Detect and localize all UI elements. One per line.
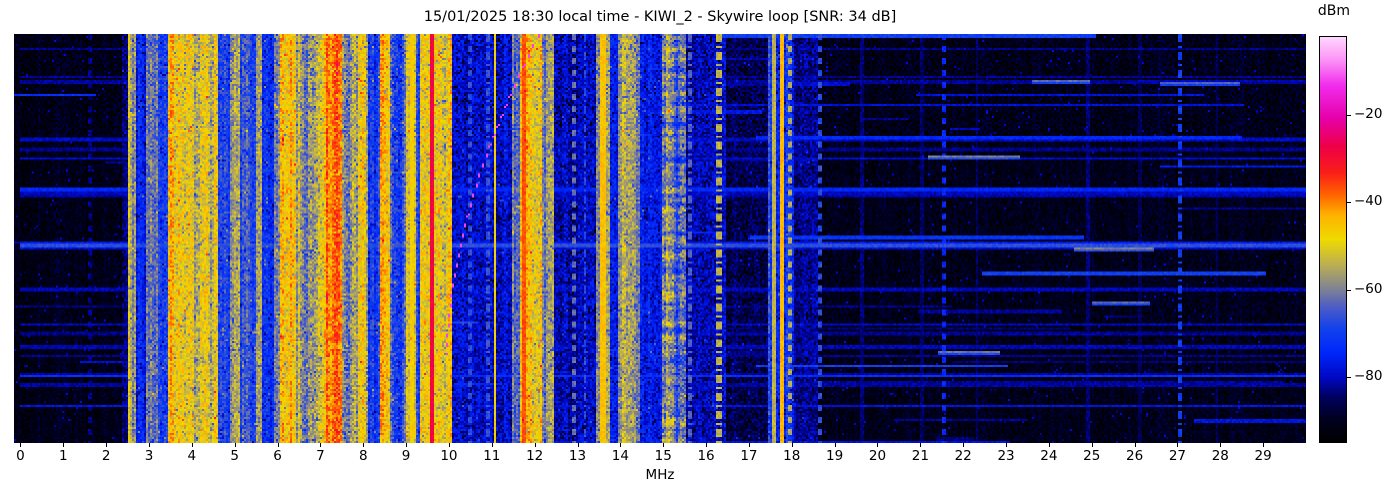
x-tick-mark [106, 443, 107, 447]
x-tick-label: 8 [346, 448, 380, 464]
x-tick-mark [663, 443, 664, 447]
x-axis-label: MHz [14, 467, 1306, 483]
x-tick-mark [1263, 443, 1264, 447]
x-tick-mark [1220, 443, 1221, 447]
x-tick-label: 20 [860, 448, 894, 464]
x-tick-mark [235, 443, 236, 447]
x-tick-label: 28 [1203, 448, 1237, 464]
colorbar-tick-label: −60 [1354, 281, 1383, 297]
colorbar-tick-mark [1347, 290, 1351, 291]
x-tick-mark [578, 443, 579, 447]
x-tick-label: 27 [1160, 448, 1194, 464]
x-tick-label: 22 [946, 448, 980, 464]
x-tick-mark [63, 443, 64, 447]
x-tick-mark [620, 443, 621, 447]
colorbar [1319, 36, 1347, 443]
x-tick-mark [406, 443, 407, 447]
x-tick-label: 7 [303, 448, 337, 464]
x-tick-mark [835, 443, 836, 447]
x-tick-mark [706, 443, 707, 447]
colorbar-tick-mark [1347, 377, 1351, 378]
x-tick-label: 1 [46, 448, 80, 464]
x-tick-label: 11 [475, 448, 509, 464]
x-tick-mark [1006, 443, 1007, 447]
x-tick-mark [792, 443, 793, 447]
x-tick-label: 2 [89, 448, 123, 464]
x-tick-label: 0 [3, 448, 37, 464]
x-tick-label: 23 [989, 448, 1023, 464]
x-tick-mark [320, 443, 321, 447]
x-tick-mark [192, 443, 193, 447]
x-tick-label: 24 [1032, 448, 1066, 464]
x-tick-label: 19 [818, 448, 852, 464]
x-tick-label: 15 [646, 448, 680, 464]
x-tick-label: 17 [732, 448, 766, 464]
x-tick-label: 13 [561, 448, 595, 464]
x-tick-mark [149, 443, 150, 447]
x-tick-mark [749, 443, 750, 447]
colorbar-tick-label: −80 [1354, 368, 1383, 384]
x-tick-mark [1135, 443, 1136, 447]
colorbar-tick-mark [1347, 115, 1351, 116]
x-tick-label: 4 [175, 448, 209, 464]
x-tick-mark [963, 443, 964, 447]
x-tick-label: 26 [1118, 448, 1152, 464]
x-tick-label: 10 [432, 448, 466, 464]
x-tick-label: 3 [132, 448, 166, 464]
x-tick-label: 18 [775, 448, 809, 464]
x-tick-label: 16 [689, 448, 723, 464]
waterfall-canvas [14, 34, 1306, 443]
spectrogram-figure: 15/01/2025 18:30 local time - KIWI_2 - S… [0, 0, 1400, 500]
x-tick-mark [1049, 443, 1050, 447]
colorbar-tick-label: −20 [1354, 106, 1383, 122]
x-tick-mark [1092, 443, 1093, 447]
chart-title: 15/01/2025 18:30 local time - KIWI_2 - S… [14, 9, 1306, 25]
x-tick-mark [535, 443, 536, 447]
x-tick-label: 29 [1246, 448, 1280, 464]
x-tick-mark [363, 443, 364, 447]
colorbar-label: dBm [1306, 3, 1362, 19]
colorbar-tick-mark [1347, 202, 1351, 203]
x-tick-mark [20, 443, 21, 447]
x-tick-mark [920, 443, 921, 447]
x-tick-label: 12 [518, 448, 552, 464]
x-tick-label: 25 [1075, 448, 1109, 464]
x-tick-mark [278, 443, 279, 447]
colorbar-tick-label: −40 [1354, 193, 1383, 209]
x-tick-label: 5 [218, 448, 252, 464]
x-tick-mark [449, 443, 450, 447]
x-tick-mark [1177, 443, 1178, 447]
x-tick-label: 9 [389, 448, 423, 464]
x-tick-mark [877, 443, 878, 447]
x-tick-label: 14 [603, 448, 637, 464]
x-tick-label: 21 [903, 448, 937, 464]
x-tick-mark [492, 443, 493, 447]
x-tick-label: 6 [261, 448, 295, 464]
